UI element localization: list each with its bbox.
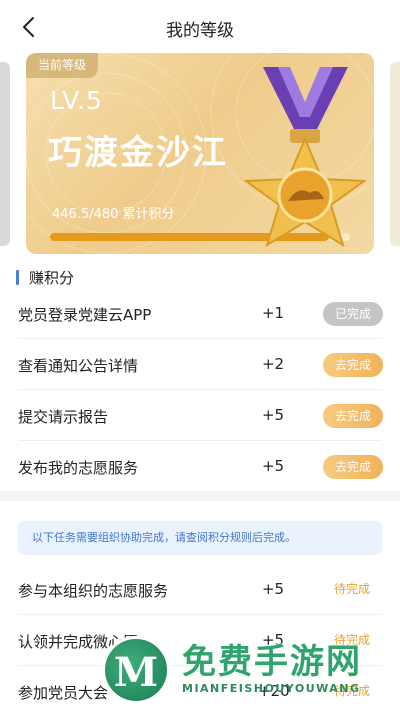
task-points: +2: [261, 355, 285, 373]
medal-icon: [243, 67, 367, 247]
task-completed-button[interactable]: 已完成: [323, 302, 383, 326]
previous-level-card[interactable]: [0, 62, 10, 246]
watermark-subtitle: MIANFEISHOUYOUWANG: [182, 682, 361, 695]
org-task-row: 参与本组织的志愿服务 +5 待完成: [0, 564, 400, 615]
task-points: +5: [261, 457, 285, 475]
task-name: 发布我的志愿服务: [18, 459, 139, 477]
task-row: 查看通知公告详情 +2 去完成: [0, 339, 400, 390]
section-accent-bar: [16, 269, 19, 285]
points-summary: 446.5/480 累计积分: [52, 207, 175, 222]
task-name: 查看通知公告详情: [18, 357, 139, 375]
level-name: 巧渡金沙江: [48, 133, 228, 173]
next-level-card[interactable]: [390, 62, 400, 246]
task-name: 参加党员大会: [18, 684, 109, 702]
task-go-complete-button[interactable]: 去完成: [323, 404, 383, 428]
section-separator: [0, 491, 400, 501]
task-row: 发布我的志愿服务 +5 去完成: [0, 441, 400, 492]
current-level-tag: 当前等级: [26, 53, 99, 78]
org-task-notice: 以下任务需要组织协助完成，请查阅积分规则后完成。: [18, 521, 382, 555]
task-row: 提交请示报告 +5 去完成: [0, 390, 400, 441]
task-name: 提交请示报告: [18, 408, 109, 426]
task-points: +1: [261, 304, 285, 322]
earn-points-section-title: 赚积分: [16, 267, 74, 287]
section-title-text: 赚积分: [29, 268, 75, 287]
task-points: +5: [261, 580, 285, 598]
site-watermark: M 免费手游网 MIANFEISHOUYOUWANG: [96, 630, 400, 711]
level-number: LV.5: [50, 86, 103, 115]
task-name: 党员登录党建云APP: [18, 306, 152, 324]
watermark-logo: M: [102, 636, 170, 704]
task-points: +5: [261, 406, 285, 424]
task-row: 党员登录党建云APP +1 已完成: [0, 288, 400, 339]
header: 我的等级: [0, 0, 400, 54]
level-card: 当前等级 LV.5 巧渡金沙江 446.5/480 累计积分: [26, 53, 374, 254]
task-go-complete-button[interactable]: 去完成: [323, 353, 383, 377]
task-go-complete-button[interactable]: 去完成: [323, 455, 383, 479]
page-title: 我的等级: [166, 21, 234, 41]
task-name: 参与本组织的志愿服务: [18, 582, 169, 600]
watermark-title: 免费手游网: [182, 642, 362, 682]
watermark-logo-letter: M: [113, 649, 159, 696]
task-pending-status: 待完成: [334, 582, 371, 596]
